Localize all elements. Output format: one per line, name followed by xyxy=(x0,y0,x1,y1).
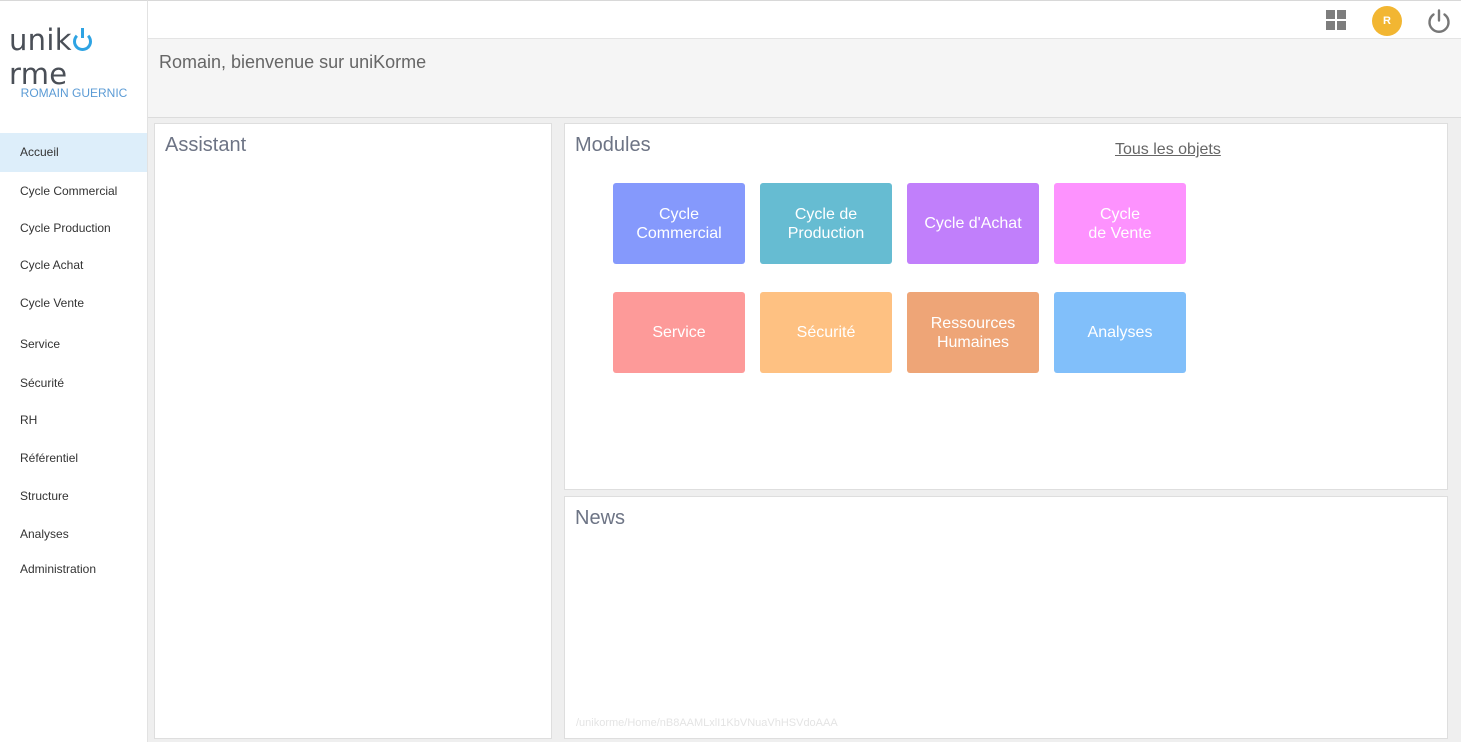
logo-text-prefix: unik xyxy=(9,23,72,57)
tile-securite[interactable]: Sécurité xyxy=(760,292,892,373)
modules-panel: Modules Tous les objets Cycle Commercial… xyxy=(564,123,1448,490)
tile-cycle-production[interactable]: Cycle de Production xyxy=(760,183,892,264)
assistant-panel: Assistant xyxy=(154,123,552,739)
user-avatar[interactable]: R xyxy=(1372,6,1402,36)
news-panel: News /unikorme/Home/nB8AAMLxlI1KbVNuaVhH… xyxy=(564,496,1448,739)
tile-cycle-achat[interactable]: Cycle d'Achat xyxy=(907,183,1039,264)
sidebar-item-referentiel[interactable]: Référentiel xyxy=(0,439,147,478)
tile-cycle-commercial[interactable]: Cycle Commercial xyxy=(613,183,745,264)
page-url-text: /unikorme/Home/nB8AAMLxlI1KbVNuaVhHSVdoA… xyxy=(576,717,838,729)
welcome-text: Romain, bienvenue sur uniKorme xyxy=(159,52,427,72)
user-name[interactable]: ROMAIN GUERNIC xyxy=(0,86,148,100)
app-logo[interactable]: unikrme xyxy=(9,23,147,91)
tile-cycle-vente[interactable]: Cycle de Vente xyxy=(1054,183,1186,264)
sidebar-item-administration[interactable]: Administration xyxy=(0,550,147,589)
sidebar: unikrme ROMAIN GUERNIC Accueil Cycle Com… xyxy=(0,0,148,742)
sidebar-item-analyses[interactable]: Analyses xyxy=(0,515,147,554)
sidebar-item-service[interactable]: Service xyxy=(0,325,147,364)
modules-title: Modules xyxy=(575,134,651,156)
sidebar-item-cycle-commercial[interactable]: Cycle Commercial xyxy=(0,172,147,211)
sidebar-item-rh[interactable]: RH xyxy=(0,401,147,440)
sidebar-item-cycle-vente[interactable]: Cycle Vente xyxy=(0,284,147,323)
all-objects-link[interactable]: Tous les objets xyxy=(1115,141,1221,159)
assistant-title: Assistant xyxy=(165,134,247,156)
tile-analyses[interactable]: Analyses xyxy=(1054,292,1186,373)
sidebar-item-cycle-achat[interactable]: Cycle Achat xyxy=(0,246,147,285)
grid-apps-icon[interactable] xyxy=(1326,10,1346,30)
logo-power-o-icon xyxy=(72,28,92,51)
sidebar-item-securite[interactable]: Sécurité xyxy=(0,364,147,403)
sidebar-item-cycle-production[interactable]: Cycle Production xyxy=(0,209,147,248)
tile-ressources-humaines[interactable]: Ressources Humaines xyxy=(907,292,1039,373)
sidebar-item-accueil[interactable]: Accueil xyxy=(0,133,147,172)
tile-service[interactable]: Service xyxy=(613,292,745,373)
welcome-banner: Romain, bienvenue sur uniKorme xyxy=(148,39,1461,118)
top-bar: R xyxy=(148,0,1461,39)
power-icon[interactable] xyxy=(1426,8,1452,34)
sidebar-item-structure[interactable]: Structure xyxy=(0,477,147,516)
news-title: News xyxy=(575,507,626,529)
